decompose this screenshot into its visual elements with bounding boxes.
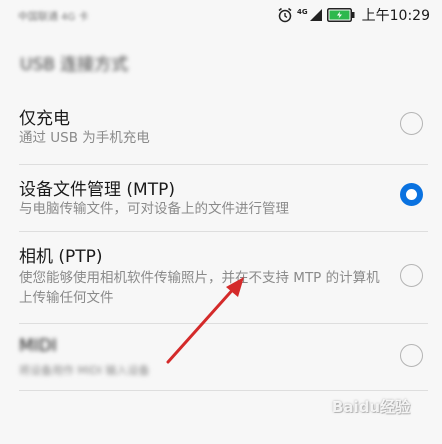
network-type-label: 4G bbox=[297, 7, 308, 16]
option-label: MIDI bbox=[19, 336, 57, 356]
option-label: 仅充电 bbox=[19, 109, 70, 129]
option-description: 与电脑传输文件，可对设备上的文件进行管理 bbox=[19, 201, 289, 217]
carrier-name: 中国联通 4G 卡 bbox=[18, 12, 89, 23]
option-description: 使您能够使用相机软件传输照片，并在不支持 MTP 的计算机上传输任何文件 bbox=[19, 270, 380, 306]
battery-icon bbox=[326, 8, 355, 22]
divider bbox=[19, 231, 428, 232]
usb-option-midi[interactable]: MIDI 将设备用作 MIDI 输入设备 bbox=[0, 326, 442, 394]
option-description: 将设备用作 MIDI 输入设备 bbox=[19, 364, 150, 377]
divider bbox=[19, 390, 428, 391]
usb-option-mtp[interactable]: 设备文件管理 (MTP) 与电脑传输文件，可对设备上的文件进行管理 bbox=[0, 166, 442, 234]
status-bar: 中国联通 4G 卡 4G 上午10:29 bbox=[0, 0, 442, 30]
radio-button-charge-only[interactable] bbox=[400, 112, 423, 135]
section-title: USB 连接方式 bbox=[20, 55, 129, 75]
status-icons: 4G 上午10:29 bbox=[277, 4, 430, 26]
radio-button-midi[interactable] bbox=[400, 344, 423, 367]
option-description: 通过 USB 为手机充电 bbox=[19, 130, 150, 146]
alarm-clock-icon bbox=[278, 7, 292, 23]
option-label: 相机 (PTP) bbox=[19, 247, 103, 267]
clock-time: 上午10:29 bbox=[361, 8, 430, 24]
divider bbox=[19, 323, 428, 324]
divider bbox=[19, 164, 428, 165]
signal-strength-icon bbox=[309, 9, 322, 21]
option-label: 设备文件管理 (MTP) bbox=[19, 180, 175, 200]
watermark-text: Baidu经验 bbox=[332, 398, 411, 416]
usb-option-charge-only[interactable]: 仅充电 通过 USB 为手机充电 bbox=[0, 96, 442, 166]
radio-button-ptp[interactable] bbox=[400, 264, 423, 287]
radio-button-mtp[interactable] bbox=[400, 183, 423, 206]
usb-option-ptp[interactable]: 相机 (PTP) 使您能够使用相机软件传输照片，并在不支持 MTP 的计算机上传… bbox=[0, 234, 442, 326]
